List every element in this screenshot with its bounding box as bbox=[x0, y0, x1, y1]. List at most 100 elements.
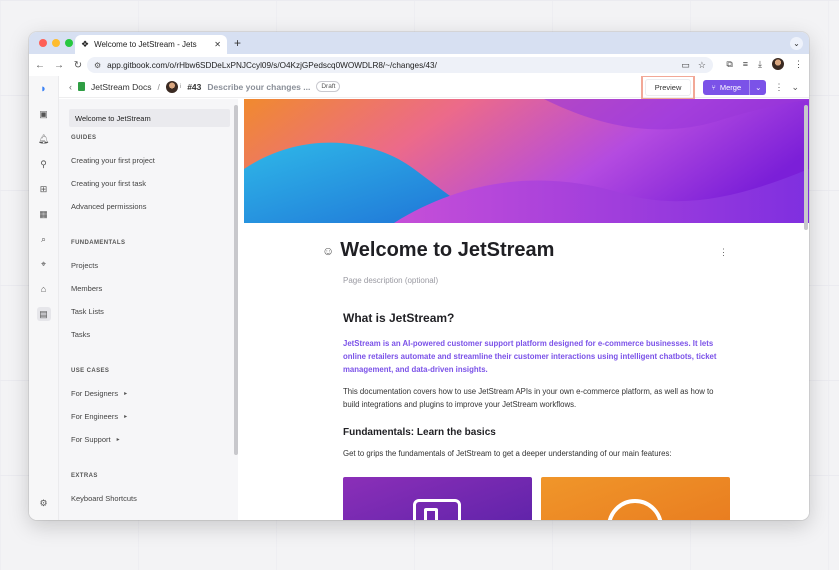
browser-window: ❖ Welcome to JetStream - Jets ✕ + ⌄ ← → … bbox=[29, 32, 809, 520]
gitbook-app: ◗ ▣ 🔔︎ ⚲ ⊞ ▦ ⌕ ⌖ ⌂ ▤ ⚙ ‹ JetStream Docs … bbox=[29, 76, 809, 520]
gitbook-favicon-icon: ❖ bbox=[81, 39, 90, 49]
page-body: ☺ Welcome to JetStream ⋮ Page descriptio… bbox=[244, 223, 809, 520]
layout-icon bbox=[413, 499, 461, 520]
sidebar-item-support[interactable]: For Support ▸ bbox=[59, 428, 238, 451]
extensions-icon[interactable]: ⧉ bbox=[726, 59, 732, 70]
sidebar-item-label: For Engineers bbox=[71, 412, 119, 421]
sidebar-heading-fundamentals: FUNDAMENTALS bbox=[71, 240, 126, 246]
chevron-right-icon[interactable]: ▸ bbox=[117, 436, 120, 443]
cast-icon[interactable]: ▭ bbox=[681, 60, 690, 71]
settings-gear-icon[interactable]: ⚙ bbox=[37, 496, 51, 510]
title-options-icon[interactable]: ⋮ bbox=[719, 247, 728, 258]
more-options-icon[interactable]: ⋮ bbox=[774, 82, 783, 93]
merge-options-chevron-icon[interactable]: ⌄ bbox=[749, 79, 766, 95]
sidebar-item-label: For Designers bbox=[71, 389, 119, 398]
maximize-window-button[interactable] bbox=[65, 39, 73, 47]
author-chip: i bbox=[165, 80, 181, 93]
sidebar-item-welcome[interactable]: Welcome to JetStream bbox=[69, 109, 230, 127]
sidebar-toggle-icon[interactable]: ▣ bbox=[37, 107, 51, 121]
space-book-icon bbox=[78, 82, 85, 91]
collapse-chevron-icon[interactable]: ⌄ bbox=[791, 82, 799, 93]
sidebar-scrollbar[interactable] bbox=[234, 105, 238, 455]
breadcrumb-separator: / bbox=[157, 81, 160, 92]
merge-button[interactable]: ⑂ Merge bbox=[703, 80, 749, 95]
feature-card[interactable] bbox=[541, 477, 730, 520]
tab-title: Welcome to JetStream - Jets bbox=[94, 40, 197, 49]
preview-button[interactable]: Preview bbox=[644, 78, 692, 96]
sidebar-item-members[interactable]: Members bbox=[59, 277, 238, 300]
tab-strip: ❖ Welcome to JetStream - Jets ✕ + ⌄ bbox=[29, 32, 809, 54]
main-area: ‹ JetStream Docs / i #43 Describe your c… bbox=[59, 76, 809, 520]
circle-icon bbox=[607, 499, 663, 520]
page-sidebar: Welcome to JetStream GUIDES Creating you… bbox=[59, 99, 238, 520]
smiley-icon[interactable]: ☺ bbox=[322, 244, 334, 258]
section-heading[interactable]: What is JetStream? bbox=[343, 311, 809, 325]
sidebar-item-engineers[interactable]: For Engineers ▸ bbox=[59, 405, 238, 428]
new-tab-icon[interactable]: + bbox=[234, 37, 241, 49]
breadcrumb-space[interactable]: JetStream Docs bbox=[91, 82, 151, 92]
search-icon[interactable]: ⌕ bbox=[37, 232, 51, 246]
profile-avatar[interactable] bbox=[772, 58, 784, 70]
change-request-number: #43 bbox=[187, 81, 202, 92]
page-title[interactable]: Welcome to JetStream bbox=[340, 239, 554, 262]
sidebar-item-advanced-permissions[interactable]: Advanced permissions bbox=[59, 195, 238, 218]
author-avatar bbox=[165, 80, 178, 93]
site-settings-icon[interactable]: ⚙ bbox=[94, 61, 101, 70]
integrations-icon[interactable]: ⚲ bbox=[37, 157, 51, 171]
chevron-left-icon[interactable]: ‹ bbox=[69, 82, 72, 92]
sidebar-item-tasks[interactable]: Tasks bbox=[59, 323, 238, 346]
merge-label: Merge bbox=[719, 82, 742, 92]
tab-close-icon[interactable]: ✕ bbox=[214, 40, 221, 49]
minimize-window-button[interactable] bbox=[52, 39, 60, 47]
content-scrollbar[interactable] bbox=[804, 105, 808, 230]
chevron-right-icon[interactable]: ▸ bbox=[124, 413, 127, 420]
sidebar-item-projects[interactable]: Projects bbox=[59, 254, 238, 277]
merge-icon: ⑂ bbox=[711, 82, 716, 92]
close-window-button[interactable] bbox=[39, 39, 47, 47]
card-grid bbox=[343, 477, 809, 520]
fundamentals-paragraph[interactable]: Get to grips the fundamentals of JetStre… bbox=[343, 447, 731, 460]
fundamentals-heading[interactable]: Fundamentals: Learn the basics bbox=[343, 427, 809, 438]
body-paragraph[interactable]: This documentation covers how to use Jet… bbox=[343, 385, 731, 411]
bookmark-star-icon[interactable]: ☆ bbox=[698, 60, 706, 71]
apps-grid-icon[interactable]: ⊞ bbox=[37, 182, 51, 196]
browser-tab[interactable]: ❖ Welcome to JetStream - Jets ✕ bbox=[75, 35, 227, 54]
preview-highlight: Preview bbox=[640, 76, 696, 100]
reload-icon[interactable]: ↻ bbox=[73, 60, 83, 71]
sidebar-item-first-project[interactable]: Creating your first project bbox=[59, 149, 238, 172]
browser-menu-icon[interactable]: ⋮ bbox=[794, 59, 803, 70]
url-text[interactable]: app.gitbook.com/o/rHbw6SDDeLxPNJCcyl09/s… bbox=[107, 61, 675, 70]
topbar-actions: Preview ⑂ Merge ⌄ ⋮ ⌄ bbox=[640, 76, 799, 100]
chevron-right-icon[interactable]: ▸ bbox=[124, 390, 127, 397]
tab-search-icon[interactable]: ⌄ bbox=[790, 37, 803, 50]
sidebar-heading-extras: EXTRAS bbox=[71, 473, 98, 479]
merge-button-group: ⑂ Merge ⌄ bbox=[703, 79, 767, 95]
location-icon[interactable]: ⌖ bbox=[37, 257, 51, 271]
forward-icon[interactable]: → bbox=[54, 60, 64, 71]
sidebar-item-keyboard-shortcuts[interactable]: Keyboard Shortcuts bbox=[59, 487, 238, 510]
gitbook-logo-icon[interactable]: ◗ bbox=[37, 82, 51, 96]
docs-space-icon[interactable]: ▤ bbox=[36, 307, 51, 321]
page-content: ☺ Welcome to JetStream ⋮ Page descriptio… bbox=[244, 99, 809, 520]
notifications-icon[interactable]: 🔔︎ bbox=[37, 132, 51, 146]
sidebar-item-label: For Support bbox=[71, 435, 111, 444]
cover-image[interactable] bbox=[244, 99, 809, 223]
feature-card[interactable] bbox=[343, 477, 532, 520]
content-icon[interactable]: ▦ bbox=[37, 207, 51, 221]
intro-paragraph[interactable]: JetStream is an AI-powered customer supp… bbox=[343, 337, 731, 376]
sidebar-heading-guides: GUIDES bbox=[71, 135, 97, 141]
page-description-input[interactable]: Page description (optional) bbox=[343, 276, 809, 285]
sidebar-item-task-lists[interactable]: Task Lists bbox=[59, 300, 238, 323]
reading-list-icon[interactable]: ≡ bbox=[743, 59, 748, 69]
editor-topbar: ‹ JetStream Docs / i #43 Describe your c… bbox=[59, 76, 809, 100]
tag-icon[interactable]: ⌂ bbox=[37, 282, 51, 296]
sidebar-heading-use-cases: USE CASES bbox=[71, 368, 110, 374]
change-request-subject-input[interactable]: Describe your changes ... bbox=[207, 82, 310, 92]
back-icon[interactable]: ← bbox=[35, 60, 45, 71]
window-controls bbox=[39, 39, 73, 47]
draft-badge: Draft bbox=[316, 81, 341, 92]
sidebar-item-first-task[interactable]: Creating your first task bbox=[59, 172, 238, 195]
address-bar[interactable]: ⚙ app.gitbook.com/o/rHbw6SDDeLxPNJCcyl09… bbox=[87, 57, 713, 73]
download-icon[interactable]: ⤓ bbox=[758, 59, 762, 70]
sidebar-item-designers[interactable]: For Designers ▸ bbox=[59, 382, 238, 405]
